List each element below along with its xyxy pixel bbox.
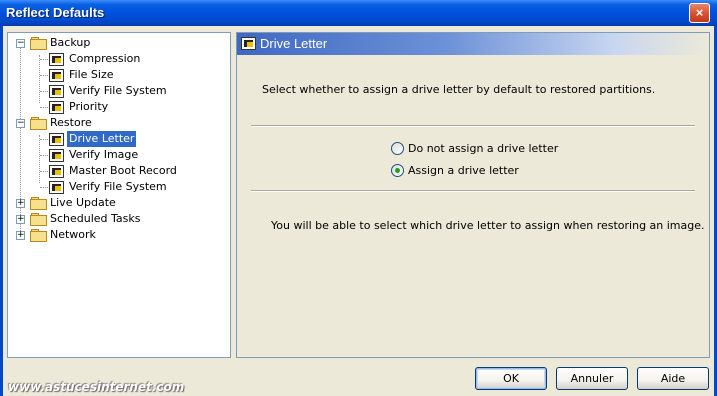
expand-icon[interactable]: +: [16, 199, 25, 208]
tree-item-master-boot-record[interactable]: Master Boot Record: [8, 163, 208, 179]
panel-title: Drive Letter: [260, 36, 328, 51]
settings-page-icon: [49, 149, 64, 162]
settings-page-icon: [49, 53, 64, 66]
collapse-icon[interactable]: −: [16, 39, 25, 48]
tree-item-verify-image[interactable]: Verify Image: [8, 147, 208, 163]
ok-button[interactable]: OK: [475, 367, 547, 390]
tree-item-label: Priority: [69, 100, 109, 113]
tree-group-network[interactable]: + Network: [8, 227, 208, 243]
help-button[interactable]: Aide: [637, 367, 709, 390]
folder-icon: [30, 229, 47, 242]
tree-item-label: Verify File System: [69, 84, 167, 97]
expand-icon[interactable]: +: [16, 215, 25, 224]
settings-page-icon: [49, 101, 64, 114]
tree-group-live-update[interactable]: + Live Update: [8, 195, 208, 211]
folder-icon: [30, 213, 47, 226]
tree-group-label: Network: [50, 228, 96, 241]
tree-item-label-selected: Drive Letter: [67, 131, 137, 147]
window-title: Reflect Defaults: [6, 5, 105, 20]
collapse-icon[interactable]: −: [16, 119, 25, 128]
settings-page-icon: [49, 133, 64, 146]
separator: [251, 190, 695, 192]
settings-page-icon: [49, 181, 64, 194]
tree-group-label: Backup: [50, 36, 91, 49]
panel-header: Drive Letter: [237, 33, 709, 55]
tree-item-label: Compression: [69, 52, 141, 65]
expand-icon[interactable]: +: [16, 231, 25, 240]
tree-item-label: Verify Image: [69, 148, 139, 161]
info-text: You will be able to select which drive l…: [271, 219, 705, 232]
tree-group-label: Restore: [50, 116, 92, 129]
tree-item-compression[interactable]: Compression: [8, 51, 208, 67]
settings-page-icon: [241, 37, 256, 50]
radio-button-on[interactable]: [391, 164, 404, 177]
settings-page-icon: [49, 85, 64, 98]
separator: [251, 125, 695, 127]
folder-open-icon: [30, 37, 47, 50]
tree-group-label: Scheduled Tasks: [50, 212, 141, 225]
tree-group-restore[interactable]: − Restore: [8, 115, 208, 131]
tree-group-backup[interactable]: − Backup: [8, 35, 208, 51]
folder-icon: [30, 197, 47, 210]
tree-item-drive-letter[interactable]: Drive Letter: [8, 131, 208, 147]
tree-item-label: File Size: [69, 68, 114, 81]
cancel-button[interactable]: Annuler: [556, 367, 628, 390]
tree-item-verify-file-system-restore[interactable]: Verify File System: [8, 179, 208, 195]
settings-page-icon: [49, 69, 64, 82]
tree-item-label: Verify File System: [69, 180, 167, 193]
tree-group-scheduled-tasks[interactable]: + Scheduled Tasks: [8, 211, 208, 227]
tree-item-priority[interactable]: Priority: [8, 99, 208, 115]
tree-item-label: Master Boot Record: [69, 164, 177, 177]
radio-button-off[interactable]: [391, 142, 404, 155]
tree-item-file-size[interactable]: File Size: [8, 67, 208, 83]
watermark: www.astucesinternet.com: [8, 380, 185, 394]
settings-panel: Drive Letter Select whether to assign a …: [236, 32, 710, 358]
settings-tree[interactable]: − Backup Compression File Size Verify Fi…: [7, 32, 231, 358]
settings-page-icon: [49, 165, 64, 178]
tree-item-verify-file-system[interactable]: Verify File System: [8, 83, 208, 99]
title-bar: Reflect Defaults ×: [0, 0, 717, 26]
folder-open-icon: [30, 117, 47, 130]
close-button[interactable]: ×: [689, 3, 710, 23]
radio-label: Assign a drive letter: [408, 164, 519, 177]
panel-description: Select whether to assign a drive letter …: [262, 83, 656, 96]
radio-label: Do not assign a drive letter: [408, 142, 559, 155]
tree-group-label: Live Update: [50, 196, 116, 209]
